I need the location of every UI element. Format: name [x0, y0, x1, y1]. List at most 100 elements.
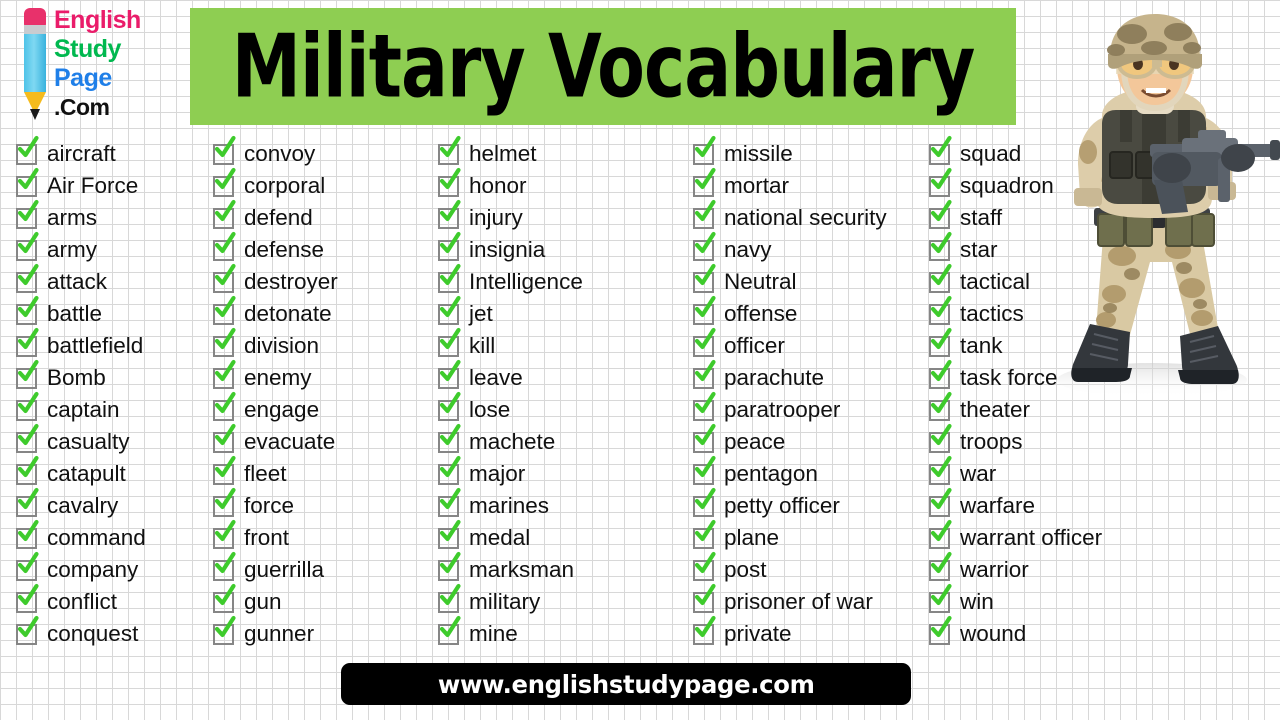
checkmark-icon[interactable]: [213, 551, 236, 581]
vocabulary-item[interactable]: casualty: [16, 423, 212, 458]
vocabulary-item[interactable]: defend: [213, 199, 437, 234]
vocabulary-item[interactable]: tank: [929, 327, 1209, 362]
vocabulary-item[interactable]: private: [693, 615, 929, 650]
vocabulary-item[interactable]: marines: [438, 487, 690, 522]
checkmark-icon[interactable]: [693, 519, 716, 549]
vocabulary-item[interactable]: Neutral: [693, 263, 929, 298]
checkmark-icon[interactable]: [213, 135, 236, 165]
checkmark-icon[interactable]: [16, 391, 39, 421]
vocabulary-item[interactable]: gunner: [213, 615, 437, 650]
vocabulary-item[interactable]: machete: [438, 423, 690, 458]
vocabulary-item[interactable]: post: [693, 551, 929, 586]
checkmark-icon[interactable]: [213, 487, 236, 517]
checkmark-icon[interactable]: [213, 519, 236, 549]
vocabulary-item[interactable]: gun: [213, 583, 437, 618]
checkmark-icon[interactable]: [438, 423, 461, 453]
vocabulary-item[interactable]: command: [16, 519, 212, 554]
checkmark-icon[interactable]: [16, 135, 39, 165]
vocabulary-item[interactable]: conquest: [16, 615, 212, 650]
checkmark-icon[interactable]: [693, 391, 716, 421]
checkmark-icon[interactable]: [929, 135, 952, 165]
checkmark-icon[interactable]: [16, 359, 39, 389]
vocabulary-item[interactable]: major: [438, 455, 690, 490]
checkmark-icon[interactable]: [438, 519, 461, 549]
checkmark-icon[interactable]: [213, 263, 236, 293]
vocabulary-item[interactable]: wound: [929, 615, 1209, 650]
vocabulary-item[interactable]: front: [213, 519, 437, 554]
checkmark-icon[interactable]: [693, 615, 716, 645]
vocabulary-item[interactable]: prisoner of war: [693, 583, 929, 618]
checkmark-icon[interactable]: [16, 167, 39, 197]
vocabulary-item[interactable]: guerrilla: [213, 551, 437, 586]
vocabulary-item[interactable]: war: [929, 455, 1209, 490]
checkmark-icon[interactable]: [213, 167, 236, 197]
vocabulary-item[interactable]: battlefield: [16, 327, 212, 362]
vocabulary-item[interactable]: enemy: [213, 359, 437, 394]
checkmark-icon[interactable]: [693, 167, 716, 197]
checkmark-icon[interactable]: [16, 519, 39, 549]
checkmark-icon[interactable]: [16, 199, 39, 229]
vocabulary-item[interactable]: company: [16, 551, 212, 586]
vocabulary-item[interactable]: evacuate: [213, 423, 437, 458]
vocabulary-item[interactable]: mortar: [693, 167, 929, 202]
checkmark-icon[interactable]: [16, 423, 39, 453]
checkmark-icon[interactable]: [929, 583, 952, 613]
checkmark-icon[interactable]: [693, 455, 716, 485]
checkmark-icon[interactable]: [929, 263, 952, 293]
vocabulary-item[interactable]: division: [213, 327, 437, 362]
checkmark-icon[interactable]: [16, 295, 39, 325]
vocabulary-item[interactable]: cavalry: [16, 487, 212, 522]
checkmark-icon[interactable]: [213, 615, 236, 645]
vocabulary-item[interactable]: troops: [929, 423, 1209, 458]
checkmark-icon[interactable]: [438, 263, 461, 293]
checkmark-icon[interactable]: [929, 455, 952, 485]
checkmark-icon[interactable]: [16, 487, 39, 517]
vocabulary-item[interactable]: staff: [929, 199, 1209, 234]
checkmark-icon[interactable]: [438, 615, 461, 645]
checkmark-icon[interactable]: [213, 391, 236, 421]
checkmark-icon[interactable]: [16, 615, 39, 645]
checkmark-icon[interactable]: [693, 199, 716, 229]
checkmark-icon[interactable]: [929, 295, 952, 325]
vocabulary-item[interactable]: arms: [16, 199, 212, 234]
checkmark-icon[interactable]: [929, 167, 952, 197]
checkmark-icon[interactable]: [929, 487, 952, 517]
vocabulary-item[interactable]: aircraft: [16, 135, 212, 170]
checkmark-icon[interactable]: [16, 583, 39, 613]
vocabulary-item[interactable]: paratrooper: [693, 391, 929, 426]
checkmark-icon[interactable]: [213, 295, 236, 325]
checkmark-icon[interactable]: [438, 391, 461, 421]
vocabulary-item[interactable]: helmet: [438, 135, 690, 170]
vocabulary-item[interactable]: leave: [438, 359, 690, 394]
checkmark-icon[interactable]: [438, 487, 461, 517]
checkmark-icon[interactable]: [693, 135, 716, 165]
checkmark-icon[interactable]: [438, 135, 461, 165]
vocabulary-item[interactable]: force: [213, 487, 437, 522]
vocabulary-item[interactable]: lose: [438, 391, 690, 426]
vocabulary-item[interactable]: Air Force: [16, 167, 212, 202]
vocabulary-item[interactable]: task force: [929, 359, 1209, 394]
vocabulary-item[interactable]: jet: [438, 295, 690, 330]
vocabulary-item[interactable]: squad: [929, 135, 1209, 170]
vocabulary-item[interactable]: parachute: [693, 359, 929, 394]
checkmark-icon[interactable]: [693, 359, 716, 389]
vocabulary-item[interactable]: theater: [929, 391, 1209, 426]
checkmark-icon[interactable]: [693, 423, 716, 453]
vocabulary-item[interactable]: tactics: [929, 295, 1209, 330]
checkmark-icon[interactable]: [213, 583, 236, 613]
checkmark-icon[interactable]: [438, 167, 461, 197]
checkmark-icon[interactable]: [213, 359, 236, 389]
vocabulary-item[interactable]: offense: [693, 295, 929, 330]
vocabulary-item[interactable]: captain: [16, 391, 212, 426]
checkmark-icon[interactable]: [929, 359, 952, 389]
vocabulary-item[interactable]: star: [929, 231, 1209, 266]
vocabulary-item[interactable]: Intelligence: [438, 263, 690, 298]
vocabulary-item[interactable]: peace: [693, 423, 929, 458]
vocabulary-item[interactable]: pentagon: [693, 455, 929, 490]
vocabulary-item[interactable]: attack: [16, 263, 212, 298]
checkmark-icon[interactable]: [438, 583, 461, 613]
checkmark-icon[interactable]: [929, 551, 952, 581]
vocabulary-item[interactable]: honor: [438, 167, 690, 202]
vocabulary-item[interactable]: officer: [693, 327, 929, 362]
checkmark-icon[interactable]: [693, 295, 716, 325]
